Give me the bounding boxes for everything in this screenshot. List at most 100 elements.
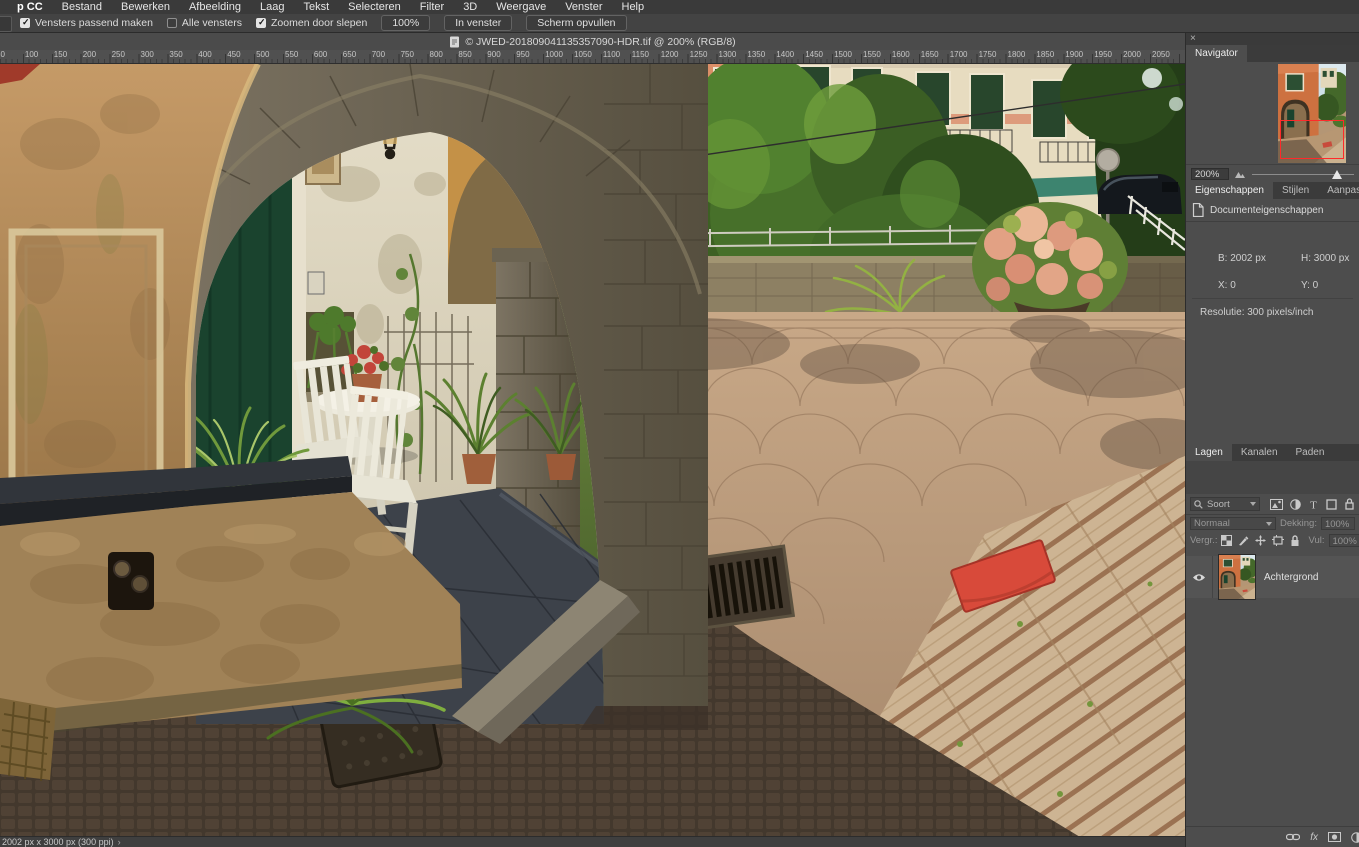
ruler-label: 250	[112, 50, 125, 59]
menu-help[interactable]: Help	[622, 0, 645, 14]
navigator-view-rect[interactable]	[1280, 120, 1344, 159]
layer-style-fx-icon[interactable]: fx	[1310, 832, 1318, 843]
filter-smart-object-icon[interactable]	[1344, 498, 1355, 510]
menu-bewerken[interactable]: Bewerken	[121, 0, 170, 14]
ruler-label: 950	[516, 50, 529, 59]
lock-all-icon[interactable]	[1290, 535, 1300, 547]
link-layers-icon[interactable]	[1286, 833, 1300, 841]
layer-row-achtergrond[interactable]: Achtergrond	[1186, 556, 1359, 598]
canvas-area[interactable]	[0, 64, 1185, 837]
ruler-label: 850	[458, 50, 471, 59]
layer-filter-select[interactable]: Soort	[1190, 497, 1260, 511]
chevron-down-icon	[1266, 522, 1272, 526]
zoom-tool-preset-icon[interactable]	[0, 16, 12, 32]
ruler[interactable]: 5010015020025030035040045050055060065070…	[0, 50, 1185, 64]
navigator-zoom-slider[interactable]	[1252, 168, 1354, 180]
menu-venster[interactable]: Venster	[565, 0, 602, 14]
document-title-bar[interactable]: © JWED-201809041135357090-HDR.tif @ 200%…	[0, 33, 1185, 51]
checkbox-icon[interactable]	[256, 18, 266, 28]
filter-adjustment-layers-icon[interactable]	[1290, 499, 1301, 510]
layers-bottom-bar: fx	[1186, 826, 1359, 847]
properties-panel: Documenteigenschappen B: 2002 px H: 3000…	[1186, 199, 1359, 444]
tab-kanalen[interactable]: Kanalen	[1232, 444, 1287, 461]
menu-tekst[interactable]: Tekst	[303, 0, 329, 14]
filter-type-layers-icon[interactable]: T	[1308, 499, 1319, 510]
menu-selecteren[interactable]: Selecteren	[348, 0, 401, 14]
lock-pixels-brush-icon[interactable]	[1238, 535, 1249, 546]
zoom-out-mountains-icon[interactable]	[1235, 169, 1246, 178]
panel-dock: × Navigator 200% Eigenschappen Stijlen A	[1185, 33, 1359, 847]
ruler-label: 1250	[690, 50, 708, 59]
filter-pixel-layers-icon[interactable]	[1270, 499, 1283, 510]
layer-name[interactable]: Achtergrond	[1264, 572, 1318, 583]
ruler-label: 1700	[950, 50, 968, 59]
tab-aanpassingen[interactable]: Aanpassingen	[1318, 182, 1359, 199]
menu-app[interactable]: p CC	[17, 0, 43, 14]
ruler-label: 750	[401, 50, 414, 59]
eye-icon[interactable]	[1192, 573, 1206, 582]
doc-x: X: 0	[1218, 280, 1236, 291]
menu-weergave[interactable]: Weergave	[496, 0, 546, 14]
menu-filter[interactable]: Filter	[420, 0, 444, 14]
blend-mode-select[interactable]: Normaal	[1190, 517, 1276, 530]
menu-laag[interactable]: Laag	[260, 0, 284, 14]
option-scrubby-zoom[interactable]: Zoomen door slepen	[256, 17, 367, 29]
menu-3d[interactable]: 3D	[463, 0, 477, 14]
menu-afbeelding[interactable]: Afbeelding	[189, 0, 241, 14]
properties-tab-row: Eigenschappen Stijlen Aanpassingen	[1186, 182, 1359, 199]
lock-position-move-icon[interactable]	[1255, 535, 1266, 546]
ruler-label: 1150	[632, 50, 649, 59]
tab-eigenschappen[interactable]: Eigenschappen	[1186, 182, 1273, 199]
ruler-label: 150	[54, 50, 67, 59]
navigator-zoom-field[interactable]: 200%	[1191, 168, 1229, 180]
tab-lagen[interactable]: Lagen	[1186, 444, 1232, 461]
fill-value[interactable]: 100%	[1329, 534, 1359, 547]
tab-stijlen[interactable]: Stijlen	[1273, 182, 1318, 199]
document-properties-label: Documenteigenschappen	[1210, 205, 1323, 216]
lock-artboard-icon[interactable]	[1272, 535, 1284, 546]
document-properties-header: Documenteigenschappen	[1186, 199, 1359, 222]
new-adjustment-layer-icon[interactable]	[1351, 832, 1359, 843]
option-fit-windows[interactable]: Vensters passend maken	[20, 17, 153, 29]
layers-tab-row: Lagen Kanalen Paden	[1186, 444, 1359, 461]
checkbox-icon[interactable]	[20, 18, 30, 28]
tab-paden[interactable]: Paden	[1287, 444, 1334, 461]
menu-bar: p CC Bestand Bewerken Afbeelding Laag Te…	[0, 0, 1359, 14]
ruler-label: 400	[198, 50, 211, 59]
close-icon[interactable]: ×	[1190, 34, 1196, 44]
ruler-label: 700	[372, 50, 385, 59]
ruler-label: 50	[0, 50, 5, 59]
fit-on-screen-button[interactable]: In venster	[444, 15, 512, 31]
visibility-cell[interactable]	[1186, 556, 1213, 598]
slider-thumb[interactable]	[1332, 170, 1342, 179]
status-chevron-icon[interactable]: ›	[118, 837, 121, 847]
ruler-label: 1900	[1065, 50, 1083, 59]
lock-transparency-icon[interactable]	[1221, 535, 1232, 546]
ruler-label: 1550	[863, 50, 881, 59]
actual-pixels-button[interactable]: 100%	[381, 15, 430, 31]
ruler-label: 650	[343, 50, 356, 59]
ruler-label: 1650	[921, 50, 939, 59]
ruler-label: 800	[430, 50, 443, 59]
add-layer-mask-icon[interactable]	[1328, 832, 1341, 842]
opacity-value[interactable]: 100%	[1321, 517, 1355, 530]
canvas-photo[interactable]	[0, 64, 1185, 837]
ruler-label: 1050	[574, 50, 592, 59]
doc-y: Y: 0	[1301, 280, 1318, 291]
document-status-bar[interactable]: 2002 px x 3000 px (300 ppi) ›	[0, 836, 1185, 847]
navigator-panel	[1186, 62, 1359, 164]
lock-label: Vergr.:	[1190, 535, 1217, 546]
document-proxy-icon	[449, 36, 460, 48]
menu-bestand[interactable]: Bestand	[62, 0, 102, 14]
ruler-label: 2000	[1123, 50, 1141, 59]
navigator-thumbnail[interactable]	[1278, 64, 1346, 163]
filter-shape-layers-icon[interactable]	[1326, 499, 1337, 510]
option-all-windows[interactable]: Alle vensters	[167, 17, 242, 29]
svg-text:T: T	[1310, 499, 1317, 510]
layer-thumbnail[interactable]	[1219, 555, 1255, 599]
chevron-down-icon	[1250, 502, 1256, 506]
fill-screen-button[interactable]: Scherm opvullen	[526, 15, 626, 31]
checkbox-icon[interactable]	[167, 18, 177, 28]
ruler-label: 1950	[1094, 50, 1112, 59]
tab-navigator[interactable]: Navigator	[1186, 45, 1247, 62]
